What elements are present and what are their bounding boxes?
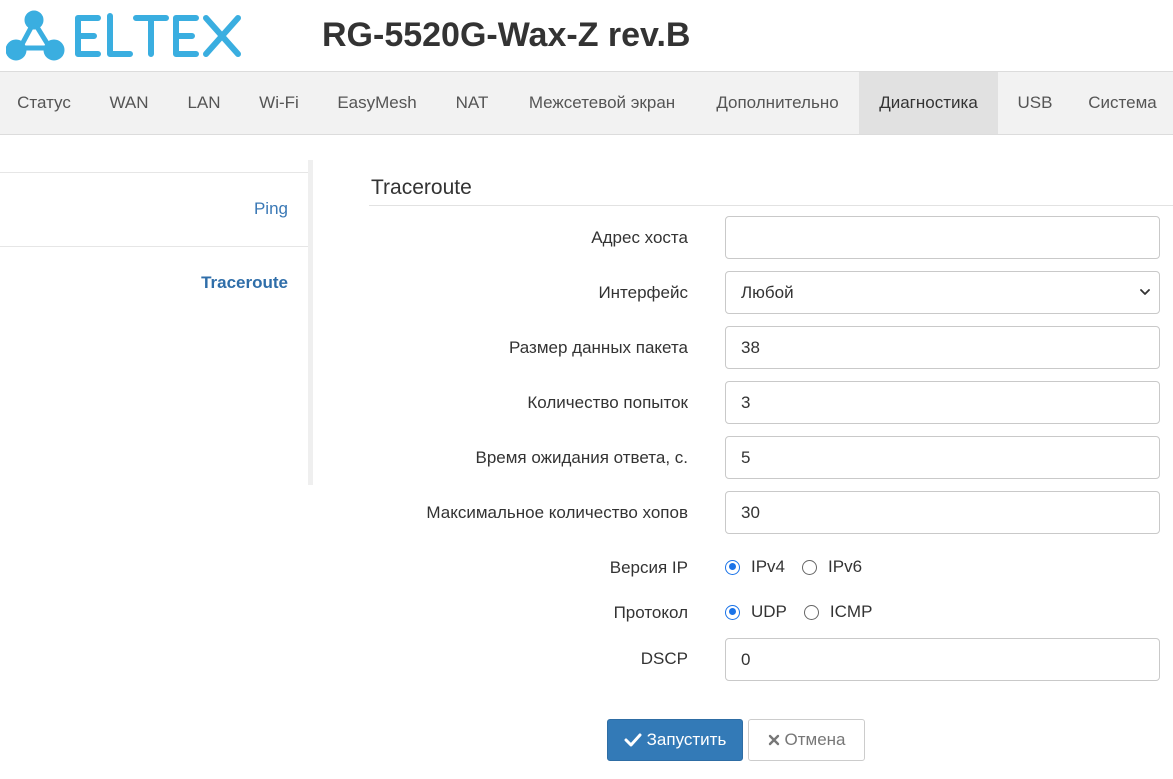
start-button-label: Запустить: [646, 730, 727, 749]
checkmark-icon: [624, 733, 642, 747]
interface-select[interactable]: Любой: [725, 271, 1160, 314]
ipv4-radio[interactable]: [725, 559, 740, 575]
nav-item-system[interactable]: Система: [1072, 72, 1173, 134]
nav-item-nat[interactable]: NAT: [436, 72, 508, 134]
protocol-label: Протокол: [613, 603, 688, 622]
udp-radio-label[interactable]: UDP: [751, 601, 787, 623]
close-icon: [768, 734, 779, 746]
nav-item-firewall[interactable]: Межсетевой экран: [508, 72, 696, 134]
max-hops-label: Максимальное количество хопов: [426, 503, 688, 522]
interface-label: Интерфейс: [598, 283, 688, 302]
ipv6-radio-label[interactable]: IPv6: [828, 556, 862, 578]
nav-item-usb[interactable]: USB: [998, 72, 1072, 134]
nav-item-diagnostics[interactable]: Диагностика: [859, 72, 998, 134]
cancel-button-label: Отмена: [784, 730, 846, 749]
dscp-label: DSCP: [640, 649, 688, 668]
sidebar-item-traceroute[interactable]: Traceroute: [0, 246, 308, 320]
form-title: Traceroute: [371, 176, 472, 199]
ip-version-label: Версия IP: [609, 558, 688, 577]
ipv4-radio-label[interactable]: IPv4: [751, 556, 785, 578]
max-hops-input[interactable]: [725, 491, 1160, 534]
timeout-label: Время ожидания ответа, с.: [475, 448, 689, 467]
attempts-label: Количество попыток: [527, 393, 688, 412]
nav-item-lan[interactable]: LAN: [168, 72, 240, 134]
nav-item-advanced[interactable]: Дополнительно: [696, 72, 859, 134]
host-label: Адрес хоста: [591, 228, 688, 247]
packet-size-input[interactable]: [725, 326, 1160, 369]
nav-item-status[interactable]: Статус: [0, 72, 88, 134]
host-input[interactable]: [725, 216, 1160, 259]
icmp-radio[interactable]: [803, 604, 819, 620]
nav-item-easymesh[interactable]: EasyMesh: [318, 72, 436, 134]
nav-item-wifi[interactable]: Wi-Fi: [240, 72, 318, 134]
icmp-radio-label[interactable]: ICMP: [830, 601, 873, 623]
model-title: RG-5520G-Wax-Z rev.B: [322, 16, 691, 54]
header: RG-5520G-Wax-Z rev.B: [0, 0, 1173, 71]
udp-radio[interactable]: [725, 604, 740, 620]
sidebar: Ping Traceroute: [0, 160, 313, 485]
nav-item-wan[interactable]: WAN: [90, 72, 168, 134]
attempts-input[interactable]: [725, 381, 1160, 424]
cancel-button[interactable]: Отмена: [748, 719, 865, 761]
title-divider: [369, 205, 1173, 206]
protocol-radio-group: UDP ICMP: [725, 601, 889, 623]
ip-version-radio-group: IPv4 IPv6: [725, 556, 879, 578]
sidebar-item-ping[interactable]: Ping: [0, 172, 308, 246]
dscp-input[interactable]: [725, 638, 1160, 681]
start-button[interactable]: Запустить: [607, 719, 743, 761]
packet-size-label: Размер данных пакета: [509, 338, 688, 357]
timeout-input[interactable]: [725, 436, 1160, 479]
ipv6-radio[interactable]: [802, 559, 818, 575]
eltex-logo: [6, 10, 241, 61]
interface-selected-value: Любой: [741, 283, 794, 302]
top-navigation: Статус WAN LAN Wi-Fi EasyMesh NAT Межсет…: [0, 71, 1173, 135]
chevron-down-icon: [1140, 289, 1150, 295]
